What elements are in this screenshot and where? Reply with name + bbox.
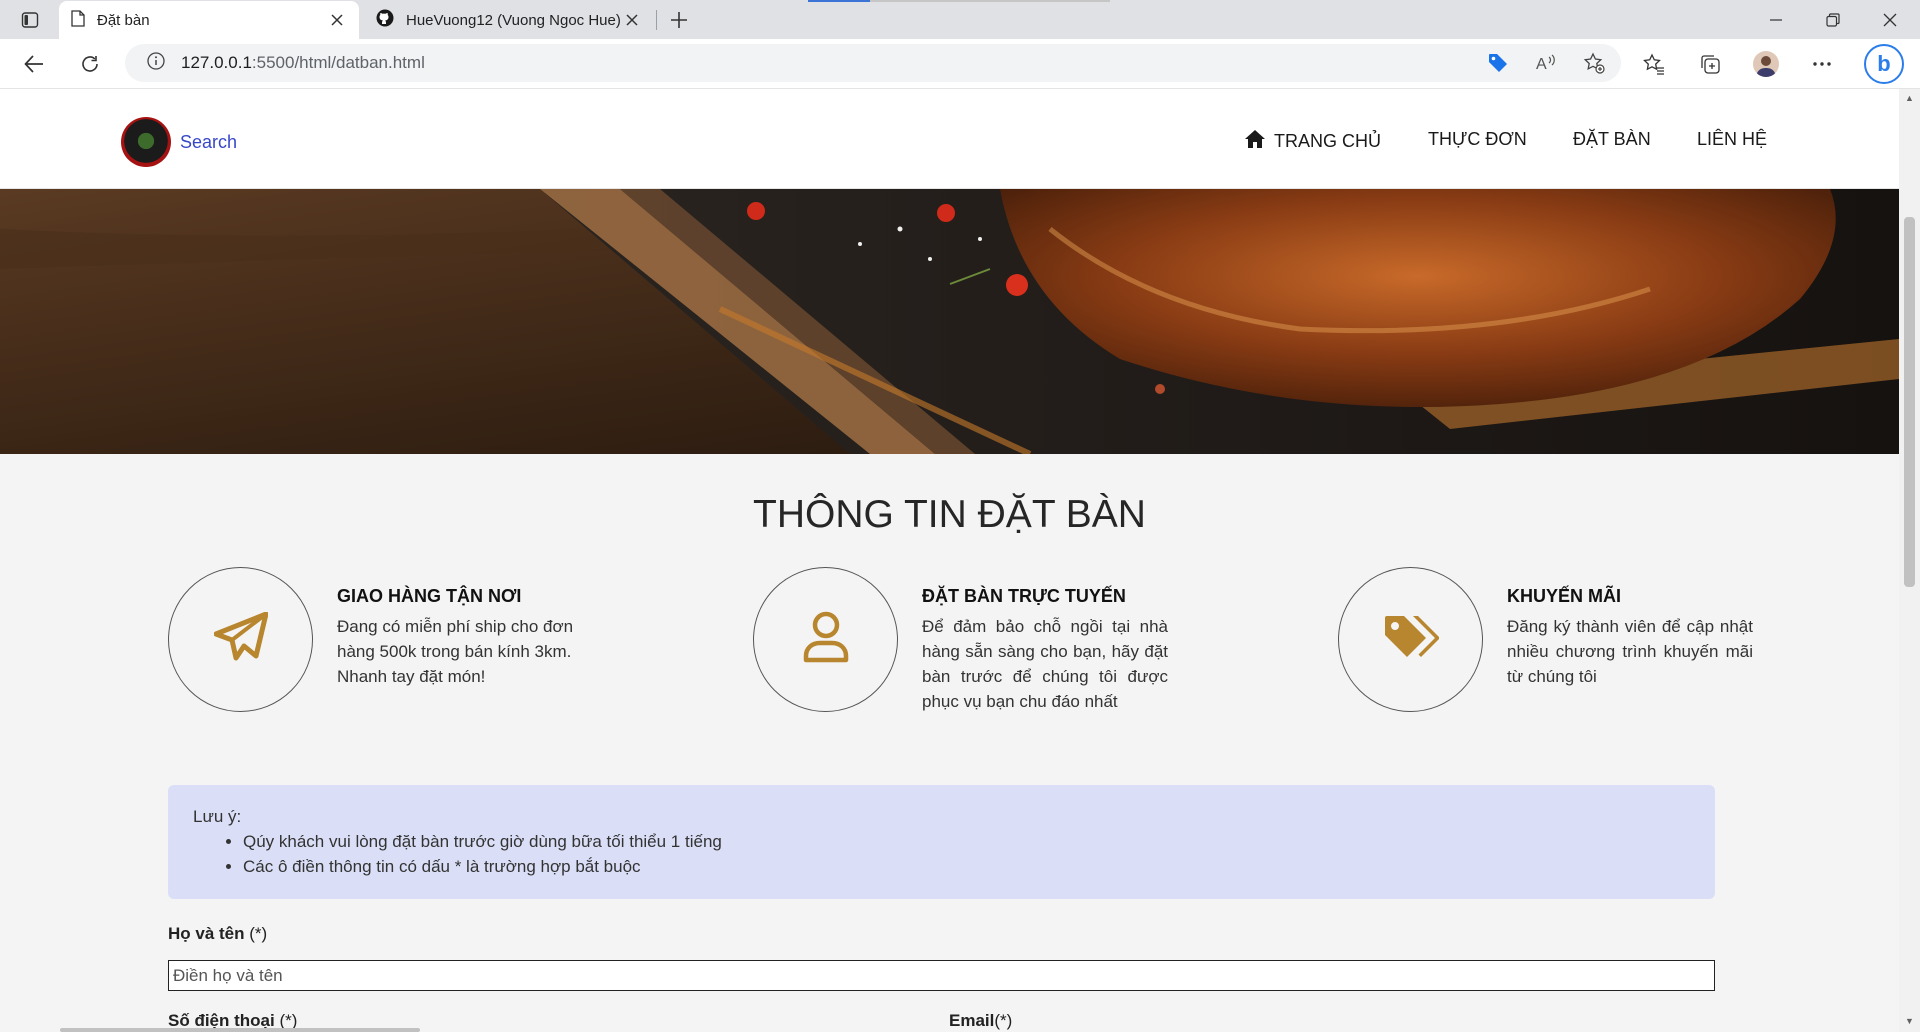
close-window-icon[interactable] bbox=[1870, 6, 1910, 34]
email-label: Email(*) bbox=[949, 1011, 1012, 1031]
nav-booking[interactable]: ĐẶT BÀN bbox=[1573, 129, 1651, 150]
note-box: Lưu ý: Qúy khách vui lòng đặt bàn trước … bbox=[168, 785, 1715, 899]
profile-avatar[interactable] bbox=[1750, 48, 1782, 80]
nav-home[interactable]: TRANG CHỦ bbox=[1244, 129, 1381, 154]
feature-description: Để đảm bảo chỗ ngồi tại nhà hàng sẵn sàn… bbox=[922, 617, 1168, 711]
scroll-down-icon[interactable]: ▼ bbox=[1903, 1015, 1916, 1027]
page-icon bbox=[71, 9, 85, 31]
more-options-icon[interactable] bbox=[1806, 48, 1838, 80]
browser-toolbar: 127.0.0.1:5500/html/datban.html A b bbox=[0, 39, 1920, 89]
collections-icon[interactable] bbox=[1694, 48, 1726, 80]
feature-icon-circle bbox=[753, 567, 898, 712]
restore-icon[interactable] bbox=[1813, 6, 1853, 34]
feature-title: GIAO HÀNG TẬN NƠI bbox=[337, 586, 522, 606]
tab-actions-icon[interactable] bbox=[14, 7, 46, 33]
close-icon[interactable] bbox=[327, 10, 347, 30]
minimize-icon[interactable] bbox=[1756, 6, 1796, 34]
name-label: Họ và tên (*) bbox=[168, 924, 267, 944]
page-viewport: Search TRANG CHỦ THỰC ĐƠN ĐẶT BÀN LIÊN H… bbox=[0, 89, 1899, 1032]
feature-icon-circle bbox=[168, 567, 313, 712]
tab-github[interactable]: HueVuong12 (Vuong Ngoc Hue) bbox=[364, 1, 654, 39]
feature-description: Đang có miễn phí ship cho đơn hàng 500k … bbox=[337, 617, 574, 686]
browser-tab-bar: Đặt bàn HueVuong12 (Vuong Ngoc Hue) bbox=[0, 0, 1920, 39]
name-input[interactable] bbox=[168, 960, 1715, 991]
read-aloud-icon[interactable]: A bbox=[1533, 50, 1559, 76]
required-marker: (*) bbox=[249, 924, 268, 943]
reload-icon[interactable] bbox=[74, 48, 106, 80]
logo-search-text[interactable]: Search bbox=[180, 132, 237, 153]
note-item: Qúy khách vui lòng đặt bàn trước giờ dùn… bbox=[243, 829, 1690, 854]
user-icon bbox=[803, 611, 849, 668]
loading-indicator bbox=[808, 0, 870, 2]
favorites-icon[interactable] bbox=[1638, 48, 1670, 80]
tab-title: HueVuong12 (Vuong Ngoc Hue) bbox=[406, 11, 621, 29]
horizontal-scroll-thumb[interactable] bbox=[60, 1028, 420, 1032]
note-heading: Lưu ý: bbox=[193, 807, 242, 826]
feature-title: KHUYẾN MÃI bbox=[1507, 586, 1622, 606]
feature-title: ĐẶT BÀN TRỰC TUYẾN bbox=[922, 586, 1126, 606]
shopping-tag-icon[interactable] bbox=[1485, 50, 1511, 76]
new-tab-icon[interactable] bbox=[665, 6, 693, 34]
nav-contact[interactable]: LIÊN HỆ bbox=[1697, 129, 1767, 150]
github-icon bbox=[376, 9, 394, 31]
tab-datban[interactable]: Đặt bàn bbox=[59, 1, 359, 39]
svg-text:A: A bbox=[1536, 56, 1547, 73]
nav-booking-label: ĐẶT BÀN bbox=[1573, 129, 1651, 149]
email-label-text: Email bbox=[949, 1011, 995, 1030]
section-title: THÔNG TIN ĐẶT BÀN bbox=[753, 493, 1146, 536]
bing-copilot-icon[interactable]: b bbox=[1864, 44, 1904, 84]
back-icon[interactable] bbox=[18, 48, 50, 80]
hero-steak-image bbox=[0, 189, 1899, 454]
feature-description: Đăng ký thành viên để cập nhật nhiều chư… bbox=[1507, 617, 1753, 686]
name-label-text: Họ và tên bbox=[168, 924, 245, 943]
home-icon bbox=[1244, 129, 1266, 154]
required-marker: (*) bbox=[994, 1011, 1013, 1030]
nav-menu[interactable]: THỰC ĐƠN bbox=[1428, 129, 1527, 150]
nav-home-label: TRANG CHỦ bbox=[1274, 131, 1381, 151]
paper-plane-icon bbox=[213, 611, 268, 667]
close-icon[interactable] bbox=[622, 10, 642, 30]
note-item: Các ô điền thông tin có dấu * là trường … bbox=[243, 854, 1690, 879]
nav-contact-label: LIÊN HỆ bbox=[1697, 129, 1768, 149]
feature-icon-circle bbox=[1338, 567, 1483, 712]
url-host: 127.0.0.1 bbox=[181, 53, 252, 72]
scroll-up-icon[interactable]: ▲ bbox=[1903, 92, 1916, 104]
tab-separator bbox=[656, 10, 657, 30]
nav-menu-label: THỰC ĐƠN bbox=[1428, 129, 1527, 149]
address-bar[interactable]: 127.0.0.1:5500/html/datban.html A bbox=[125, 44, 1621, 82]
info-icon[interactable] bbox=[147, 51, 165, 75]
restaurant-logo[interactable] bbox=[121, 117, 171, 167]
tab-title: Đặt bàn bbox=[97, 11, 150, 29]
scroll-thumb[interactable] bbox=[1904, 217, 1915, 587]
url-path: :5500/html/datban.html bbox=[251, 53, 425, 72]
note-list: Qúy khách vui lòng đặt bàn trước giờ dùn… bbox=[243, 829, 1690, 879]
page-scrollbar[interactable]: ▲ ▼ bbox=[1899, 89, 1920, 1032]
site-header: Search TRANG CHỦ THỰC ĐƠN ĐẶT BÀN LIÊN H… bbox=[0, 89, 1899, 189]
add-favorite-icon[interactable] bbox=[1581, 50, 1607, 76]
tags-icon bbox=[1383, 614, 1440, 665]
